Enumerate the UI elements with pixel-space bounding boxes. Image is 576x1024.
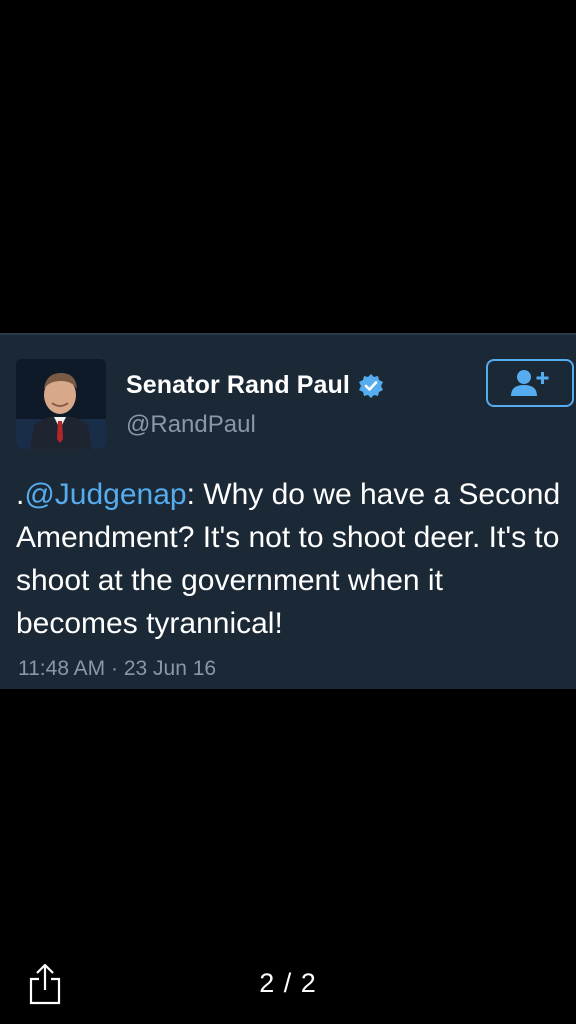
verified-badge-icon — [358, 373, 384, 399]
follow-button[interactable] — [486, 359, 574, 407]
page-counter: 2 / 2 — [259, 968, 317, 998]
photo-viewer: Senator Rand Paul @RandPaul .@Judgenap: … — [0, 0, 576, 1024]
user-handle[interactable]: @RandPaul — [126, 411, 256, 439]
tweet-card: Senator Rand Paul @RandPaul .@Judgenap: … — [0, 333, 576, 689]
mention-link[interactable]: @Judgenap — [24, 478, 186, 511]
avatar[interactable] — [16, 359, 106, 449]
display-name[interactable]: Senator Rand Paul — [126, 371, 350, 400]
tweet-timestamp: 11:48 AM · 23 Jun 16 — [18, 657, 217, 680]
add-user-icon — [511, 370, 549, 396]
name-row: Senator Rand Paul — [126, 371, 384, 400]
tweet-text: .@Judgenap: Why do we have a Second Amen… — [16, 473, 568, 645]
